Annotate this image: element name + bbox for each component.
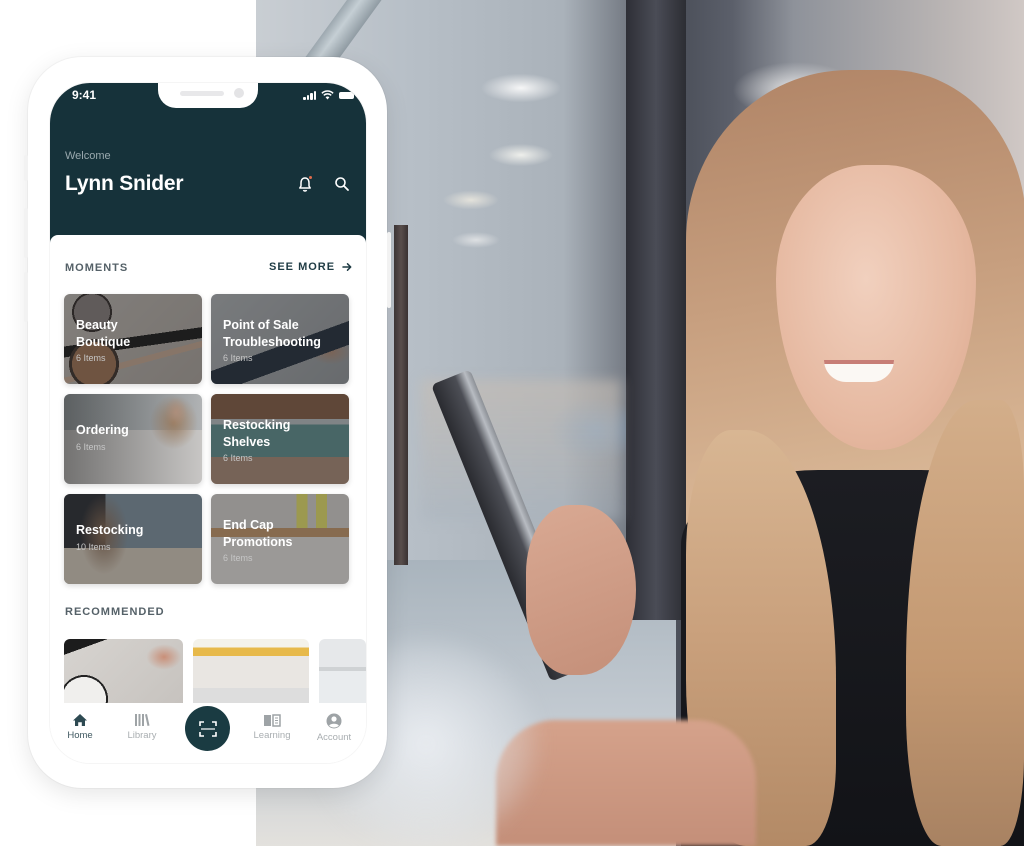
tab-home[interactable]: Home [50,713,110,741]
recommended-card-pharmacy[interactable] [319,639,366,709]
home-content: MOMENTS SEE MORE Beauty Boutique 6 Items… [50,235,366,763]
phone-silent-switch [24,155,28,181]
phone-volume-up [24,208,28,258]
speaker-grille [180,91,224,96]
home-icon [73,714,87,726]
photo-door-frame [394,225,408,565]
card-title-line2: Boutique [76,335,131,349]
card-title-line1: Restocking [223,418,291,432]
card-count: 6 Items [223,453,253,463]
wifi-icon [321,90,334,100]
card-title-line2: Promotions [223,535,293,549]
card-title-line1: Beauty [76,318,118,332]
scan-icon [198,720,217,737]
card-count: 6 Items [223,553,253,563]
status-icons [303,90,354,100]
photo-door [626,0,686,620]
moment-card-restocking-shelves[interactable]: Restocking Shelves 6 Items [211,394,349,484]
tab-label: Home [67,730,93,741]
moment-card-point-of-sale[interactable]: Point of Sale Troubleshooting 6 Items [211,294,349,384]
card-title-line1: Restocking [76,523,144,537]
card-count: 6 Items [76,442,106,452]
phone-screen: 9:41 Welcome Lynn Snider MOMENTS SEE MOR… [50,83,366,763]
battery-icon [339,91,354,99]
card-title-line2: Troubleshooting [223,335,321,349]
moments-title: MOMENTS [65,262,129,274]
search-icon [335,177,349,191]
signal-icon [303,90,316,100]
app-header: 9:41 Welcome Lynn Snider [50,83,366,253]
moment-card-ordering[interactable]: Ordering 6 Items [64,394,202,484]
bottom-tab-bar: Home Library Learning Account [50,703,366,763]
phone-notch [158,83,258,108]
card-title-line1: End Cap [223,518,274,532]
recommended-card-shelf[interactable] [193,639,309,709]
account-icon [326,713,342,729]
arrow-right-icon [342,263,352,271]
card-title-line2: Shelves [223,435,271,449]
phone-power-button [387,232,391,308]
moment-card-restocking[interactable]: Restocking 10 Items [64,494,202,584]
card-title-line1: Point of Sale [223,318,299,332]
recommended-card-makeup[interactable] [64,639,183,709]
user-name: Lynn Snider [65,172,184,195]
scan-button[interactable] [185,706,230,751]
moment-card-beauty-boutique[interactable]: Beauty Boutique 6 Items [64,294,202,384]
tab-label: Account [316,732,352,743]
notifications-button[interactable] [296,175,314,193]
tab-label: Learning [253,730,291,741]
status-time: 9:41 [72,88,97,102]
recommended-carousel[interactable] [64,639,366,709]
tab-label: Library [127,730,157,741]
see-more-label: SEE MORE [269,261,336,273]
phone-volume-down [24,272,28,322]
photo-hand [526,505,636,675]
moment-card-end-cap-promotions[interactable]: End Cap Promotions 6 Items [211,494,349,584]
see-more-link[interactable]: SEE MORE [269,261,352,273]
tab-learning[interactable]: Learning [242,713,302,741]
recommended-title: RECOMMENDED [65,606,165,618]
photo-smile [824,360,894,382]
search-button[interactable] [333,175,351,193]
card-count: 6 Items [76,353,106,363]
card-title-line1: Ordering [76,423,129,437]
tab-account[interactable]: Account [304,713,364,743]
welcome-label: Welcome [65,150,111,162]
notification-dot [309,176,312,179]
book-icon [264,714,281,727]
front-camera [234,88,244,98]
library-icon [135,714,150,726]
card-count: 10 Items [76,542,111,552]
tab-library[interactable]: Library [112,713,172,741]
card-count: 6 Items [223,353,253,363]
